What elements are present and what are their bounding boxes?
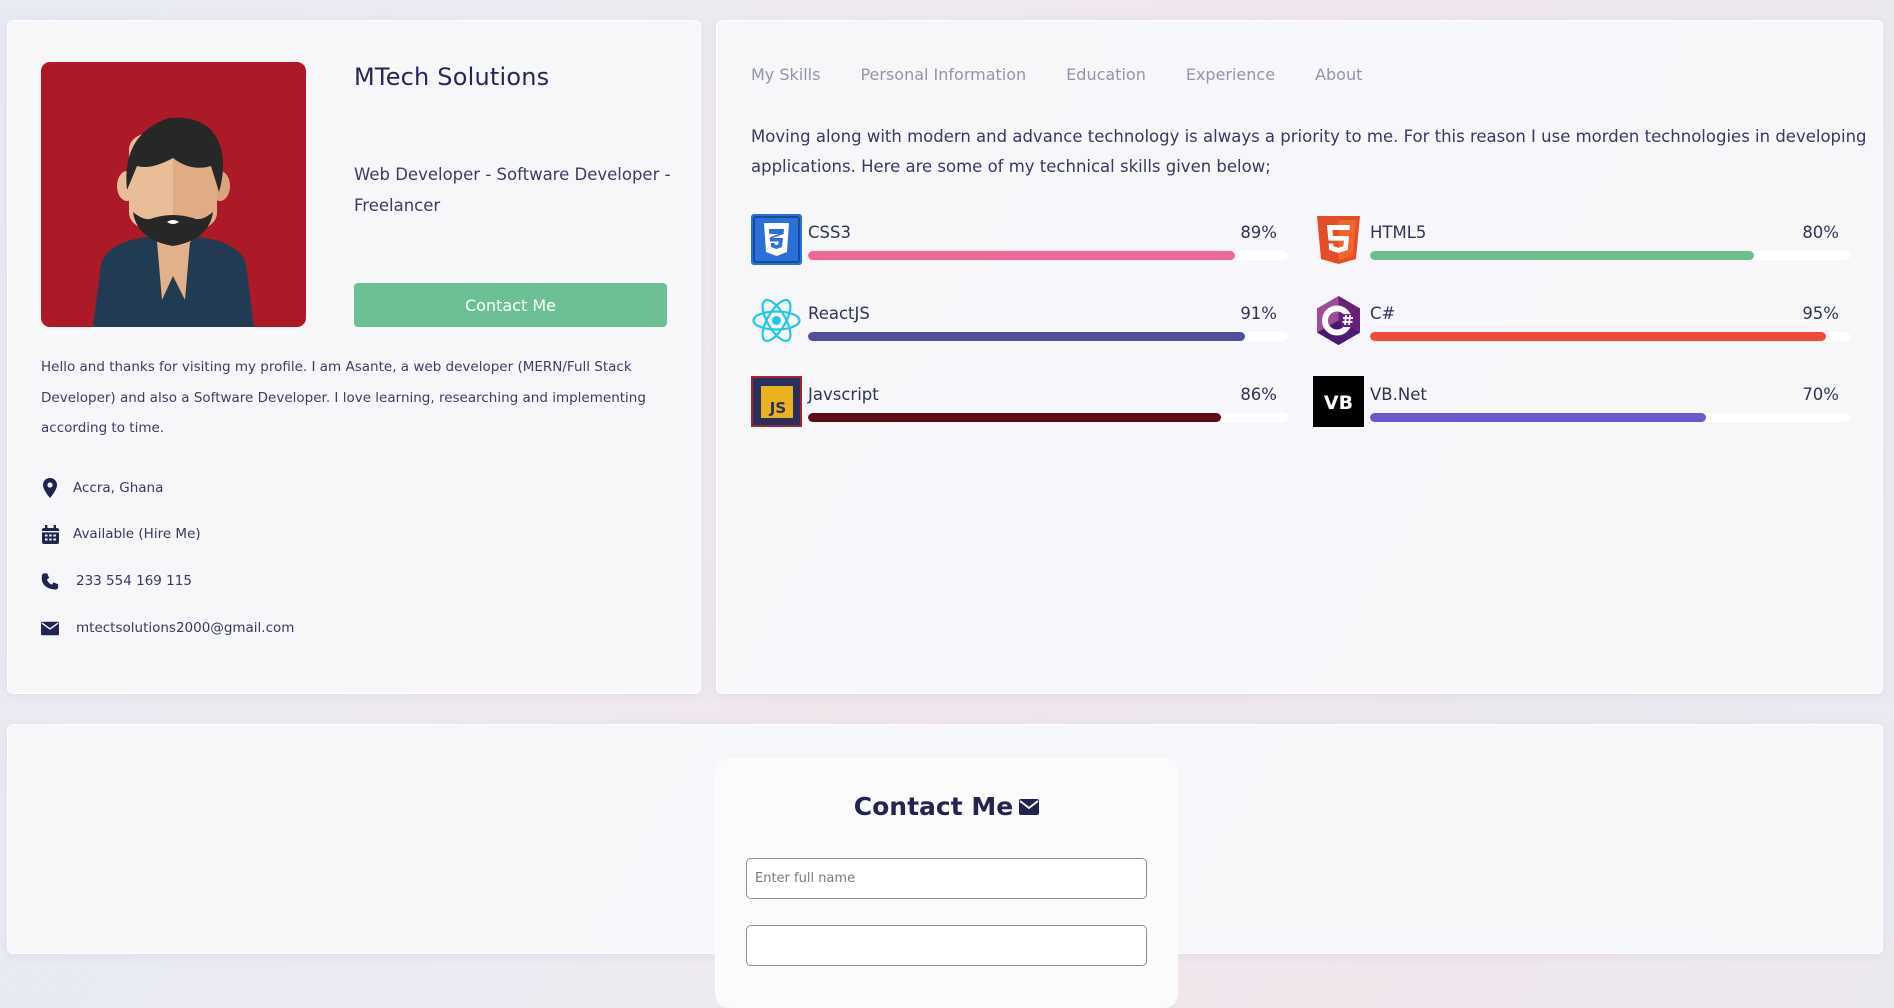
- tab-education[interactable]: Education: [1066, 65, 1146, 84]
- skill-csharp: C# 95%: [1313, 295, 1855, 347]
- skill-javascript: JS Javscript 86%: [751, 376, 1293, 428]
- skill-name: VB.Net: [1370, 385, 1427, 404]
- contact-form: Contact Me: [715, 758, 1178, 1008]
- skill-progress-track: [808, 251, 1288, 260]
- form-input-next[interactable]: [746, 925, 1147, 966]
- email-row: mtectsolutions2000@gmail.com: [41, 616, 294, 640]
- location-text: Accra, Ghana: [73, 480, 164, 496]
- skill-name: ReactJS: [808, 304, 870, 323]
- location-row: Accra, Ghana: [41, 476, 163, 500]
- availability-text: Available (Hire Me): [73, 526, 201, 542]
- skill-percent: 89%: [1240, 223, 1277, 242]
- svg-text:JS: JS: [769, 399, 786, 417]
- skill-percent: 86%: [1240, 385, 1277, 404]
- calendar-icon: [41, 524, 59, 544]
- profile-card: MTech Solutions Web Developer - Software…: [7, 20, 701, 694]
- company-name: MTech Solutions: [354, 63, 550, 91]
- skill-name: HTML5: [1370, 223, 1427, 242]
- skills-intro: Moving along with modern and advance tec…: [751, 127, 1867, 176]
- contact-section: Contact Me: [7, 724, 1883, 1008]
- email-text: mtectsolutions2000@gmail.com: [76, 620, 295, 636]
- contact-form-title-text: Contact Me: [853, 792, 1014, 821]
- skill-name: C#: [1370, 304, 1396, 323]
- react-icon: [751, 295, 802, 346]
- map-marker-icon: [41, 478, 59, 498]
- skill-progress-fill: [1370, 413, 1706, 422]
- envelope-icon: [41, 618, 59, 638]
- tab-about[interactable]: About: [1315, 65, 1362, 84]
- skill-progress-fill: [808, 251, 1236, 260]
- skill-progress-fill: [808, 332, 1245, 341]
- skill-progress-track: [808, 413, 1288, 422]
- avatar: [41, 62, 306, 327]
- skill-name: CSS3: [808, 223, 851, 242]
- vbnet-icon: VB: [1313, 376, 1364, 427]
- skills-card: My Skills Personal Information Education…: [716, 20, 1883, 694]
- tab-personal-information[interactable]: Personal Information: [860, 65, 1026, 84]
- skill-progress-fill: [1370, 251, 1754, 260]
- contact-form-title: Contact Me: [715, 792, 1178, 821]
- skill-html5: HTML5 80%: [1313, 214, 1855, 266]
- phone-row: 233 554 169 115: [41, 569, 192, 593]
- job-roles: Web Developer - Software Developer - Fre…: [354, 165, 671, 215]
- skill-progress-track: [1370, 251, 1850, 260]
- full-name-input[interactable]: [746, 858, 1147, 899]
- skill-progress-fill: [808, 413, 1221, 422]
- envelope-icon: [1019, 798, 1040, 815]
- skill-percent: 91%: [1240, 304, 1277, 323]
- skill-reactjs: ReactJS 91%: [751, 295, 1293, 347]
- javascript-icon: JS: [751, 376, 802, 427]
- skill-percent: 70%: [1802, 385, 1839, 404]
- skill-percent: 80%: [1802, 223, 1839, 242]
- skill-css3: CSS3 89%: [751, 214, 1293, 266]
- phone-text: 233 554 169 115: [76, 573, 192, 589]
- skill-vbnet: VB VB.Net 70%: [1313, 376, 1855, 428]
- phone-icon: [41, 571, 59, 591]
- html5-icon: [1313, 214, 1364, 265]
- avatar-illustration: [93, 117, 254, 327]
- skill-progress-track: [1370, 332, 1850, 341]
- skill-percent: 95%: [1802, 304, 1839, 323]
- csharp-icon: [1313, 295, 1364, 346]
- skill-progress-track: [808, 332, 1288, 341]
- css3-icon: [751, 214, 802, 265]
- tab-my-skills[interactable]: My Skills: [751, 65, 820, 84]
- profile-bio: Hello and thanks for visiting my profile…: [41, 359, 646, 436]
- profile-tabs: My Skills Personal Information Education…: [751, 65, 1402, 84]
- skill-progress-track: [1370, 413, 1850, 422]
- tab-experience[interactable]: Experience: [1186, 65, 1275, 84]
- skill-name: Javscript: [808, 385, 879, 404]
- availability-row: Available (Hire Me): [41, 522, 201, 546]
- svg-text:VB: VB: [1324, 392, 1353, 414]
- contact-me-button[interactable]: Contact Me: [354, 283, 667, 327]
- skill-progress-fill: [1370, 332, 1826, 341]
